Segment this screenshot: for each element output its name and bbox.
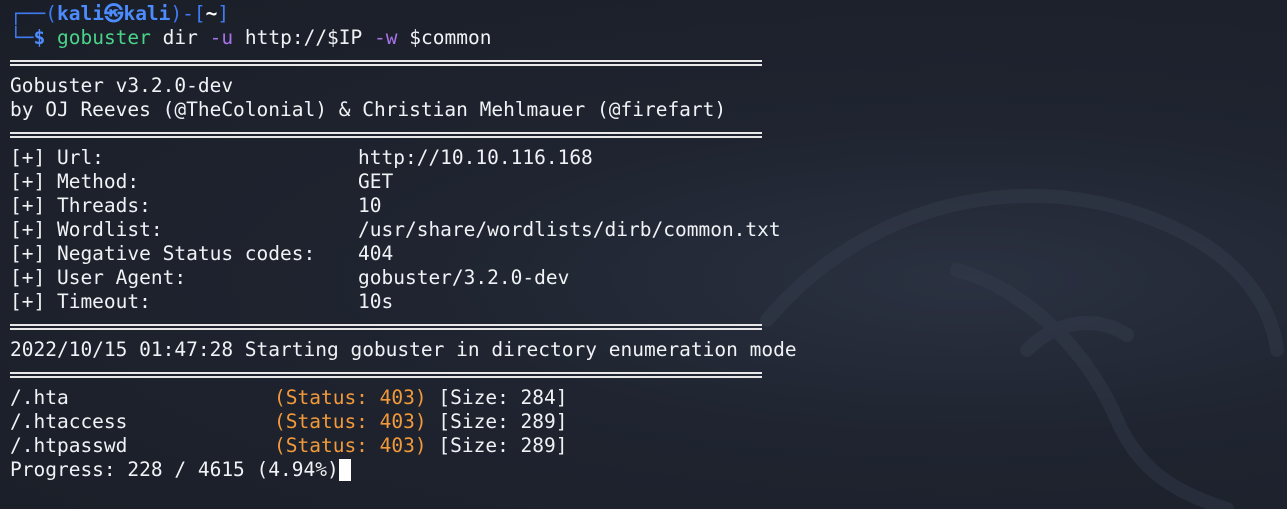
result-status: (Status: 403)	[274, 434, 427, 457]
separator	[10, 362, 1280, 386]
config-label: [+] Wordlist:	[10, 218, 163, 241]
prompt-mid: )-[	[170, 2, 206, 25]
prompt-cwd: ~	[205, 2, 218, 25]
config-value: 10s	[358, 290, 394, 313]
result-status: (Status: 403)	[274, 410, 427, 433]
command-url: http://$IP	[244, 26, 363, 49]
terminal-cursor	[338, 459, 351, 481]
prompt-user: kali	[56, 2, 104, 25]
config-value: GET	[358, 170, 394, 193]
config-label: [+] Timeout:	[10, 290, 151, 313]
progress-text: Progress: 228 / 4615 (4.94%)	[10, 458, 339, 481]
banner-authors: by OJ Reeves (@TheColonial) & Christian …	[10, 98, 727, 121]
separator	[10, 122, 1280, 146]
result-path: /.hta	[10, 386, 69, 409]
config-value: gobuster/3.2.0-dev	[358, 266, 570, 289]
prompt-close: ]	[217, 2, 230, 25]
result-size: [Size: 289]	[438, 434, 568, 457]
separator	[10, 314, 1280, 338]
prompt-corner: └─	[10, 26, 34, 49]
prompt-host: kali	[123, 2, 171, 25]
prompt-dollar: $	[33, 26, 46, 49]
separator	[10, 50, 1280, 74]
config-row: [+] Method: GET	[10, 170, 1280, 194]
command-wordlist-var: $common	[409, 26, 492, 49]
config-label: [+] Method:	[10, 170, 140, 193]
config-row: [+] Timeout: 10s	[10, 290, 1280, 314]
prompt-line-1: ┌──(kali㉿kali)-[~]	[10, 2, 1280, 26]
config-label: [+] Url:	[10, 146, 104, 169]
config-row: [+] User Agent: gobuster/3.2.0-dev	[10, 266, 1280, 290]
config-value: http://10.10.116.168	[358, 146, 593, 169]
config-value: 10	[358, 194, 382, 217]
result-row: /.htpasswd (Status: 403) [Size: 289]	[10, 434, 1280, 458]
config-value: 404	[358, 242, 394, 265]
config-row: [+] Threads: 10	[10, 194, 1280, 218]
result-row: /.hta (Status: 403) [Size: 284]	[10, 386, 1280, 410]
result-path: /.htaccess	[10, 410, 128, 433]
command-arg-dir: dir	[162, 26, 198, 49]
terminal-output[interactable]: ┌──(kali㉿kali)-[~] └─$ gobuster dir -u h…	[10, 2, 1280, 482]
result-status: (Status: 403)	[274, 386, 427, 409]
config-row: [+] Url: http://10.10.116.168	[10, 146, 1280, 170]
result-path: /.htpasswd	[10, 434, 128, 457]
config-value: /usr/share/wordlists/dirb/common.txt	[358, 218, 781, 241]
result-size: [Size: 289]	[438, 410, 568, 433]
start-message: 2022/10/15 01:47:28 Starting gobuster in…	[10, 338, 797, 361]
config-label: [+] Threads:	[10, 194, 151, 217]
progress-line: Progress: 228 / 4615 (4.94%)	[10, 458, 1280, 482]
result-row: /.htaccess (Status: 403) [Size: 289]	[10, 410, 1280, 434]
command-name: gobuster	[56, 26, 151, 49]
config-row: [+] Negative Status codes: 404	[10, 242, 1280, 266]
prompt-at-symbol: ㉿	[103, 2, 124, 25]
banner-title: Gobuster v3.2.0-dev	[10, 74, 234, 97]
result-size: [Size: 284]	[438, 386, 568, 409]
flag-u: -u	[209, 26, 234, 49]
config-label: [+] User Agent:	[10, 266, 187, 289]
prompt-open: ┌──(	[10, 2, 57, 25]
prompt-line-2: └─$ gobuster dir -u http://$IP -w $commo…	[10, 26, 1280, 50]
config-label: [+] Negative Status codes:	[10, 242, 316, 265]
flag-w: -w	[374, 26, 398, 49]
config-row: [+] Wordlist: /usr/share/wordlists/dirb/c…	[10, 218, 1280, 242]
